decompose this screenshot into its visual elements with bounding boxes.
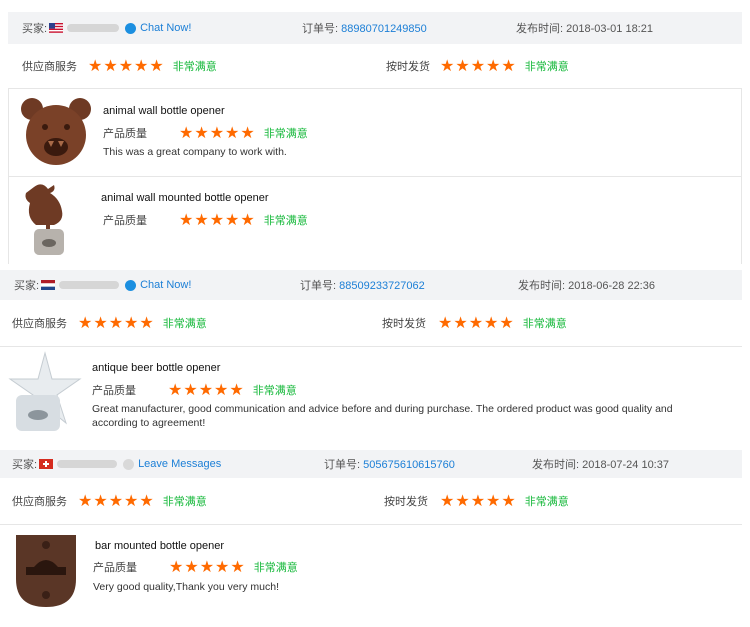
review-card-1: 买家: Chat Now! 订单号: 88980701249850 发布时间: … [8, 12, 742, 264]
quality-verdict: 非常满意 [252, 385, 297, 397]
posted-time: 2018-07-24 10:37 [582, 459, 669, 471]
supplier-service-verdict: 非常满意 [162, 318, 207, 330]
quality-label: 产品质量 [93, 562, 137, 574]
product-item: bar mounted bottle opener 产品质量 ★★★★★ 非常满… [0, 525, 742, 617]
chat-icon[interactable] [125, 279, 137, 291]
order-number-link[interactable]: 505675610615760 [363, 459, 455, 471]
chat-now-link[interactable]: Chat Now! [140, 279, 191, 291]
order-info: 订单号: 88980701249850 [302, 20, 427, 36]
product-name: animal wall bottle opener [103, 105, 225, 117]
quality-stars: ★★★★★ [169, 559, 246, 576]
review-comment: This was a great company to work with. [103, 146, 287, 158]
quality-label: 产品质量 [103, 128, 147, 140]
on-time-label: 按时发货 [382, 318, 426, 330]
review-header: 买家: Chat Now! 订单号: 88509233727062 发布时间: … [0, 270, 742, 300]
posted-info: 发布时间: 2018-03-01 18:21 [516, 20, 653, 36]
on-time-verdict: 非常满意 [522, 318, 567, 330]
bear-head-opener-image [21, 98, 91, 165]
buyer-label: 买家: [14, 280, 40, 292]
posted-label: 发布时间: [532, 459, 580, 471]
product-name: antique beer bottle opener [92, 362, 221, 374]
order-info: 订单号: 88509233727062 [300, 277, 425, 293]
review-comment: Great manufacturer, good communication a… [92, 403, 673, 429]
supplier-service-label: 供应商服务 [22, 61, 77, 73]
review-comment: Very good quality,Thank you very much! [93, 581, 279, 593]
leave-message-icon[interactable] [123, 458, 135, 470]
quality-stars: ★★★★★ [179, 212, 256, 229]
service-rating-row: 供应商服务 ★★★★★ 非常满意 按时发货 ★★★★★ 非常满意 [0, 478, 742, 525]
quality-label: 产品质量 [103, 215, 147, 227]
order-number-link[interactable]: 88980701249850 [341, 23, 427, 35]
quality-verdict: 非常满意 [263, 215, 308, 227]
review-card-3: 买家: Leave Messages 订单号: 505675610615760 … [0, 450, 742, 620]
on-time-stars: ★★★★★ [440, 493, 517, 510]
on-time-stars: ★★★★★ [438, 315, 515, 332]
rooster-opener-image [25, 184, 64, 255]
order-info: 订单号: 505675610615760 [324, 456, 455, 472]
buyer-label: 买家: [12, 459, 38, 471]
product-item: animal wall mounted bottle opener 产品质量 ★… [8, 177, 742, 263]
supplier-service-stars: ★★★★★ [88, 58, 165, 75]
us-flag-icon [49, 23, 64, 33]
quality-verdict: 非常满意 [253, 562, 298, 574]
quality-rating-row: 产品质量 ★★★★★ 非常满意 [103, 210, 308, 230]
on-time-verdict: 非常满意 [524, 61, 569, 73]
on-time-verdict: 非常满意 [524, 496, 569, 508]
posted-label: 发布时间: [518, 280, 566, 292]
posted-label: 发布时间: [516, 23, 564, 35]
posted-time: 2018-06-28 22:36 [568, 280, 655, 292]
order-number-link[interactable]: 88509233727062 [339, 280, 425, 292]
on-time-label: 按时发货 [386, 61, 430, 73]
supplier-service-label: 供应商服务 [12, 496, 67, 508]
chat-now-link[interactable]: Chat Now! [140, 22, 191, 34]
on-time-rating: ★★★★★ 非常满意 [440, 56, 569, 76]
supplier-service-verdict: 非常满意 [162, 496, 207, 508]
product-name: animal wall mounted bottle opener [101, 192, 269, 204]
on-time-rating: ★★★★★ 非常满意 [440, 491, 569, 511]
quality-verdict: 非常满意 [263, 128, 308, 140]
order-label: 订单号: [300, 280, 337, 292]
supplier-service-stars: ★★★★★ [78, 315, 155, 332]
ch-flag-icon [39, 459, 54, 469]
order-label: 订单号: [324, 459, 361, 471]
on-time-stars: ★★★★★ [440, 58, 517, 75]
wall-mount-opener-image [16, 535, 76, 607]
supplier-service-label: 供应商服务 [12, 318, 67, 330]
product-item: animal wall bottle opener 产品质量 ★★★★★ 非常满… [8, 89, 742, 177]
quality-stars: ★★★★★ [179, 125, 256, 142]
chat-icon[interactable] [125, 22, 137, 34]
posted-time: 2018-03-01 18:21 [566, 23, 653, 35]
on-time-label: 按时发货 [384, 496, 428, 508]
nl-flag-icon [41, 280, 56, 290]
review-header: 买家: Chat Now! 订单号: 88980701249850 发布时间: … [8, 12, 742, 44]
service-rating-row: 供应商服务 ★★★★★ 非常满意 按时发货 ★★★★★ 非常满意 [8, 44, 742, 89]
buyer-name-redacted [67, 24, 120, 32]
starfish-opener-image [8, 351, 82, 431]
posted-info: 发布时间: 2018-06-28 22:36 [518, 277, 655, 293]
buyer-name-redacted [59, 281, 120, 289]
quality-stars: ★★★★★ [168, 382, 245, 399]
quality-rating-row: 产品质量 ★★★★★ 非常满意 [93, 557, 298, 577]
buyer-name-redacted [57, 460, 118, 468]
on-time-rating: ★★★★★ 非常满意 [438, 313, 567, 333]
quality-rating-row: 产品质量 ★★★★★ 非常满意 [92, 380, 297, 400]
posted-info: 发布时间: 2018-07-24 10:37 [532, 456, 669, 472]
card-border-right [741, 89, 742, 264]
card-border-left [8, 89, 9, 264]
supplier-service-verdict: 非常满意 [172, 61, 217, 73]
service-rating-row: 供应商服务 ★★★★★ 非常满意 按时发货 ★★★★★ 非常满意 [0, 300, 742, 347]
quality-label: 产品质量 [92, 385, 136, 397]
quality-rating-row: 产品质量 ★★★★★ 非常满意 [103, 123, 308, 143]
leave-messages-link[interactable]: Leave Messages [138, 458, 221, 470]
supplier-service-stars: ★★★★★ [78, 493, 155, 510]
review-header: 买家: Leave Messages 订单号: 505675610615760 … [0, 450, 742, 478]
product-item: antique beer bottle opener 产品质量 ★★★★★ 非常… [0, 347, 742, 446]
product-name: bar mounted bottle opener [95, 540, 225, 552]
buyer-label: 买家: [22, 23, 48, 35]
order-label: 订单号: [302, 23, 339, 35]
review-card-2: 买家: Chat Now! 订单号: 88509233727062 发布时间: … [0, 270, 742, 446]
